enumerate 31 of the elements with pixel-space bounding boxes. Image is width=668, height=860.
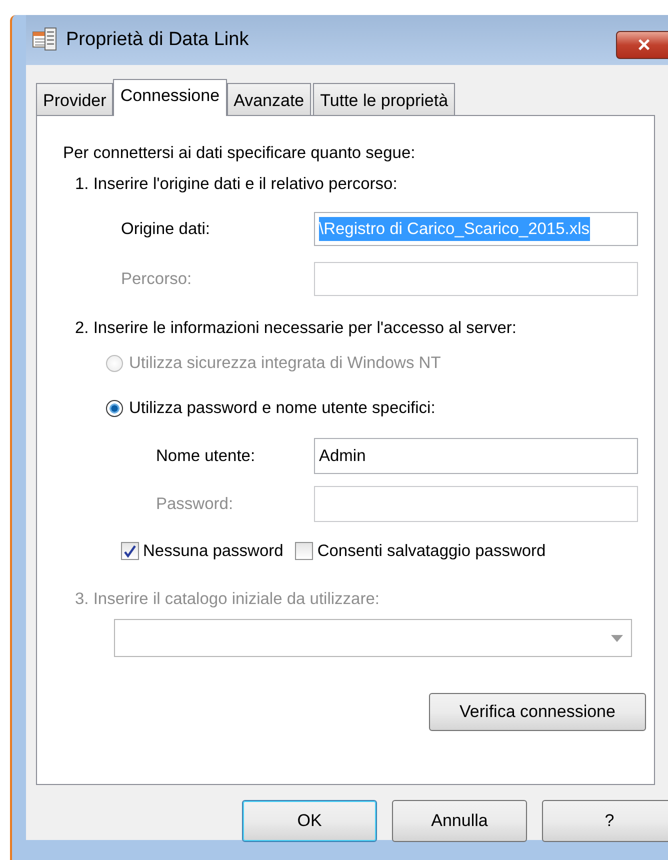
radio-button[interactable] [106, 400, 123, 416]
section-heading: 3. Inserire il catalogo iniziale da utilizzare: [75, 588, 380, 610]
section-heading: 2. Inserire le informazioni necessarie per l'accesso al server: [75, 318, 517, 339]
input-field[interactable] [314, 486, 638, 522]
test-connection-button[interactable]: Verifica connessione [429, 693, 646, 731]
radio-label: Utilizza password e nome utente specifici: [129, 398, 436, 419]
data-link-icon [32, 27, 58, 53]
checkbox[interactable] [295, 542, 314, 560]
field-label: Percorso: [121, 268, 193, 290]
tab[interactable]: Provider [36, 83, 114, 115]
window-title: Proprietà di Data Link [66, 28, 249, 52]
checkbox-label: Consenti salvataggio password [317, 540, 546, 562]
close-button[interactable]: × [616, 31, 668, 59]
radio-label: Utilizza sicurezza integrata di Windows NT [129, 352, 441, 374]
dropdown-arrow-icon [611, 635, 623, 642]
dialog-button[interactable]: ? [542, 800, 668, 842]
field-label: Password: [156, 494, 234, 515]
dialog-button[interactable]: Annulla [392, 800, 527, 842]
input-field[interactable] [314, 262, 638, 296]
input-field[interactable]: Admin [314, 438, 638, 474]
tab[interactable]: Connessione [113, 79, 227, 116]
tab[interactable]: Avanzate [226, 83, 312, 115]
section-heading: 1. Inserire l'origine dati e il relativo percorso: [75, 174, 398, 195]
instruction-text: Per connettersi ai dati specificare quanto segue: [63, 142, 416, 164]
tab[interactable]: Tutte le proprietà [313, 83, 456, 115]
checkbox[interactable] [121, 542, 139, 560]
dialog-button[interactable]: OK [242, 800, 377, 842]
field-label: Origine dati: [121, 218, 211, 240]
checkbox-label: Nessuna password [143, 540, 284, 562]
catalog-combo[interactable] [114, 619, 632, 657]
field-label: Nome utente: [156, 446, 256, 467]
